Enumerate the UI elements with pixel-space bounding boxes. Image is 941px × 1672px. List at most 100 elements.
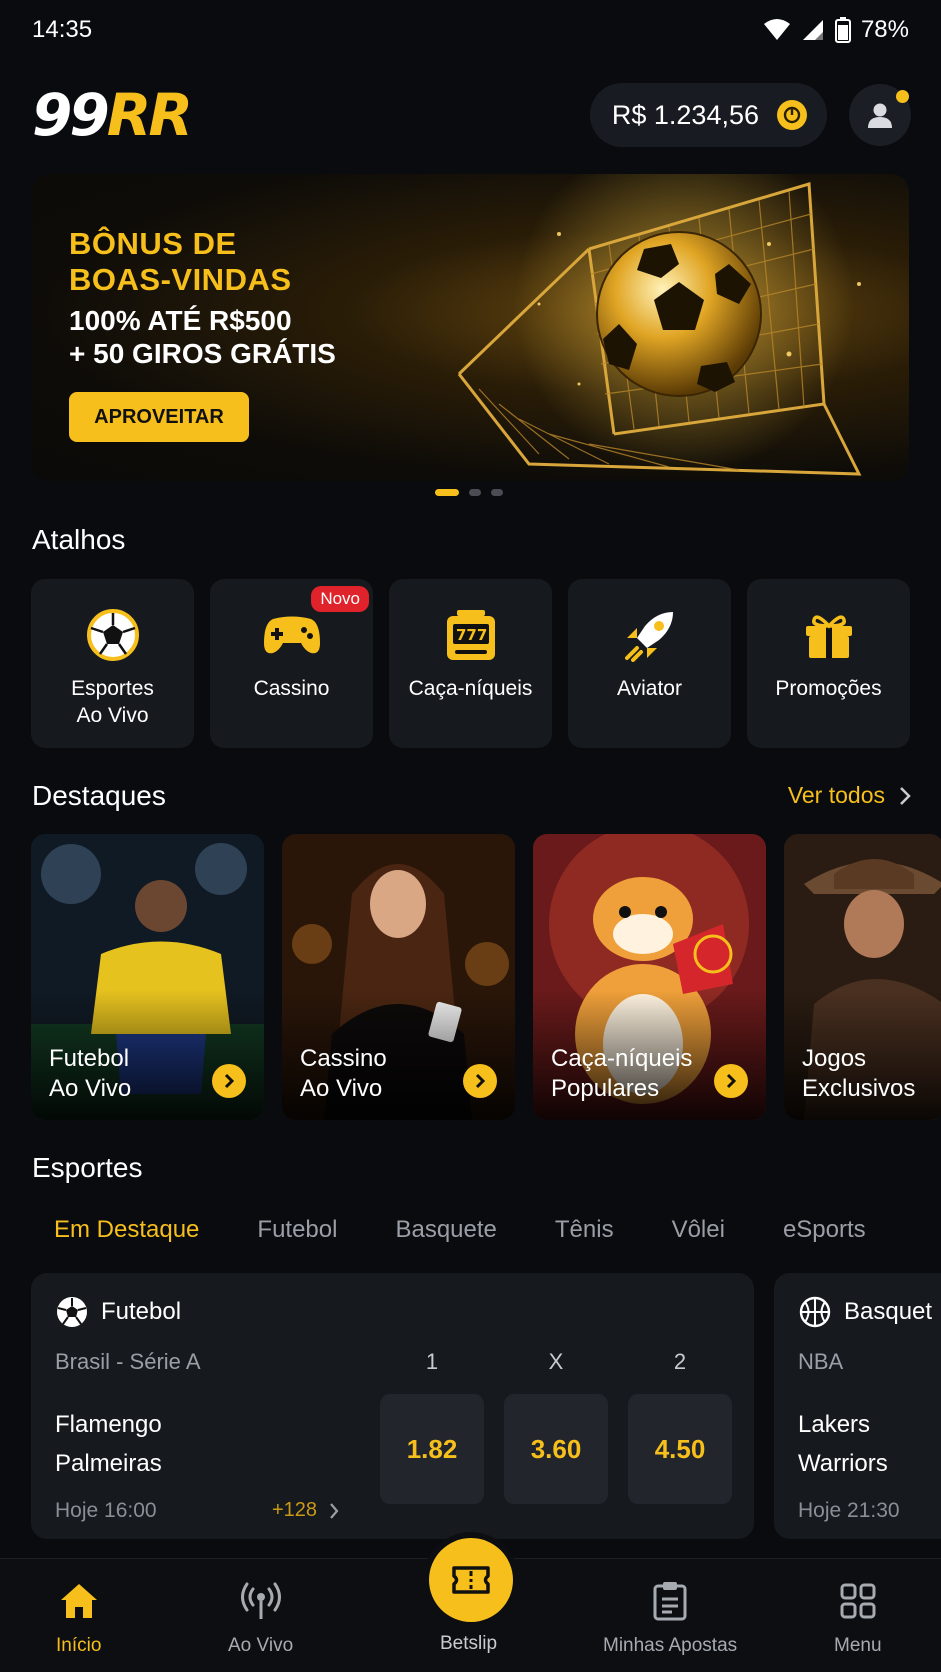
header-actions: R$ 1.234,56 <box>589 83 911 147</box>
match-card[interactable]: Futebol Brasil - Série A 1 X 2 Flamengo … <box>31 1273 754 1539</box>
home-icon <box>57 1579 101 1623</box>
logo-part-2: RR <box>106 81 193 149</box>
nav-label: Menu <box>834 1635 882 1656</box>
tab-basketball[interactable]: Basquete <box>395 1216 496 1244</box>
battery-icon <box>834 17 851 43</box>
shortcut-slots[interactable]: 777 Caça-níqueis <box>389 579 552 748</box>
nav-label: Ao Vivo <box>228 1635 294 1656</box>
svg-text:777: 777 <box>456 626 487 644</box>
sports-title: Esportes <box>32 1152 143 1183</box>
profile-button[interactable] <box>849 84 911 146</box>
shortcut-casino[interactable]: Novo Cassino <box>210 579 373 748</box>
highlight-popular-slots[interactable]: Caça-níqueis Populares <box>533 834 766 1120</box>
banner-subtitle: 100% ATÉ R$500 + 50 GIROS GRÁTIS <box>69 304 336 370</box>
match-teams: Flamengo Palmeiras <box>55 1405 162 1483</box>
highlight-live-casino[interactable]: Cassino Ao Vivo <box>282 834 515 1120</box>
chevron-right-icon[interactable] <box>463 1064 497 1098</box>
tab-tennis[interactable]: Tênis <box>555 1216 614 1244</box>
away-team: Warriors <box>798 1450 888 1477</box>
grid-icon <box>836 1579 880 1623</box>
highlight-title: Futebol Ao Vivo <box>49 1045 132 1102</box>
betslip-button[interactable] <box>429 1538 513 1622</box>
banner-text: BÔNUS DE BOAS-VINDAS 100% ATÉ R$500 + 50… <box>69 226 336 442</box>
chevron-right-icon[interactable] <box>212 1064 246 1098</box>
shortcut-label: Cassino <box>253 677 330 700</box>
highlight-title: Jogos Exclusivos <box>802 1045 916 1102</box>
coin-icon <box>777 100 807 130</box>
banner-title-line-2: BOAS-VINDAS <box>69 262 292 297</box>
odd-draw-button[interactable]: 3.60 <box>504 1394 608 1504</box>
tab-esports[interactable]: eSports <box>783 1216 866 1244</box>
match-sport: Futebol <box>55 1295 181 1329</box>
odd-home-button[interactable]: 1.82 <box>380 1394 484 1504</box>
more-markets-link[interactable]: +128 <box>272 1499 339 1522</box>
shortcut-promotions[interactable]: Promoções <box>747 579 910 748</box>
match-league: NBA <box>798 1349 844 1374</box>
basketball-icon <box>799 1296 831 1328</box>
chevron-right-icon[interactable] <box>714 1064 748 1098</box>
match-sport-name: Basquet <box>844 1298 933 1325</box>
match-card[interactable]: Basquet NBA Lakers Warriors Hoje 21:30 <box>774 1273 941 1539</box>
shortcut-aviator[interactable]: Aviator <box>568 579 731 748</box>
claim-bonus-button[interactable]: APROVEITAR <box>69 392 249 442</box>
banner-subtitle-line-2: + 50 GIROS GRÁTIS <box>69 338 336 369</box>
shortcuts-row: Esportes Ao Vivo Novo Cassino 777 Caça-n… <box>31 579 910 748</box>
match-sport-name: Futebol <box>101 1298 182 1325</box>
slot-machine-icon: 777 <box>441 605 501 665</box>
home-team: Flamengo <box>55 1411 162 1438</box>
highlight-title: Cassino Ao Vivo <box>300 1045 387 1102</box>
tab-featured[interactable]: Em Destaque <box>54 1216 199 1244</box>
pagination-dot[interactable] <box>491 489 503 496</box>
promo-banner[interactable]: BÔNUS DE BOAS-VINDAS 100% ATÉ R$500 + 50… <box>31 174 909 481</box>
more-markets-count: +128 <box>272 1499 318 1521</box>
shortcut-label: Promoções <box>775 677 882 700</box>
chevron-right-icon <box>900 786 911 805</box>
tab-volleyball[interactable]: Vôlei <box>672 1216 725 1244</box>
odds-header-home: 1 <box>425 1349 439 1374</box>
soccer-goal-illustration <box>457 174 862 476</box>
sport-tabs: Em Destaque Futebol Basquete Tênis Vôlei… <box>54 1216 866 1244</box>
shortcut-live-sports[interactable]: Esportes Ao Vivo <box>31 579 194 748</box>
highlight-live-football[interactable]: Futebol Ao Vivo <box>31 834 264 1120</box>
home-team: Lakers <box>798 1411 871 1438</box>
match-sport: Basquet <box>798 1295 932 1329</box>
shortcut-label: Caça-níqueis <box>408 677 533 700</box>
tab-football[interactable]: Futebol <box>257 1216 337 1244</box>
signal-icon <box>802 20 823 40</box>
wifi-icon <box>763 19 790 40</box>
nav-betslip-label[interactable]: Betslip <box>440 1633 497 1655</box>
status-time: 14:35 <box>32 16 93 43</box>
pagination-dot[interactable] <box>469 489 481 496</box>
see-all-label: Ver todos <box>787 782 885 808</box>
nav-label: Betslip <box>440 1633 498 1654</box>
soccer-ball-icon <box>83 605 143 665</box>
highlight-title: Caça-níqueis Populares <box>551 1045 693 1102</box>
nav-menu[interactable]: Menu <box>834 1579 882 1657</box>
nav-home[interactable]: Início <box>56 1579 101 1657</box>
new-badge: Novo <box>311 586 369 612</box>
battery-level: 78% <box>860 16 909 43</box>
gamepad-icon <box>262 605 322 665</box>
odd-away-button[interactable]: 4.50 <box>628 1394 732 1504</box>
brand-logo[interactable]: 99RR <box>32 86 193 144</box>
match-teams: Lakers Warriors <box>798 1405 888 1483</box>
nav-my-bets[interactable]: Minhas Apostas <box>603 1579 737 1657</box>
shortcut-label: Esportes Ao Vivo <box>71 677 154 727</box>
rocket-icon <box>620 605 680 665</box>
balance-pill[interactable]: R$ 1.234,56 <box>589 83 827 147</box>
pagination-dot[interactable] <box>435 489 459 496</box>
nav-live[interactable]: Ao Vivo <box>228 1579 293 1657</box>
nav-label: Início <box>56 1635 102 1656</box>
odds-header-draw: X <box>548 1349 564 1374</box>
banner-pagination <box>435 489 503 496</box>
highlights-row: Futebol Ao Vivo Cassino Ao Vivo Caça-níq… <box>31 834 941 1120</box>
status-bar: 14:35 78% <box>0 0 941 60</box>
shortcuts-title: Atalhos <box>32 524 126 555</box>
see-all-link[interactable]: Ver todos <box>788 782 911 809</box>
logo-part-1: 99 <box>32 81 110 149</box>
ticket-icon <box>452 1566 490 1594</box>
shortcut-label: Aviator <box>617 677 682 700</box>
highlight-exclusive-games[interactable]: Jogos Exclusivos <box>784 834 941 1120</box>
banner-title-line-1: BÔNUS DE <box>69 226 237 261</box>
broadcast-icon <box>239 1579 283 1623</box>
